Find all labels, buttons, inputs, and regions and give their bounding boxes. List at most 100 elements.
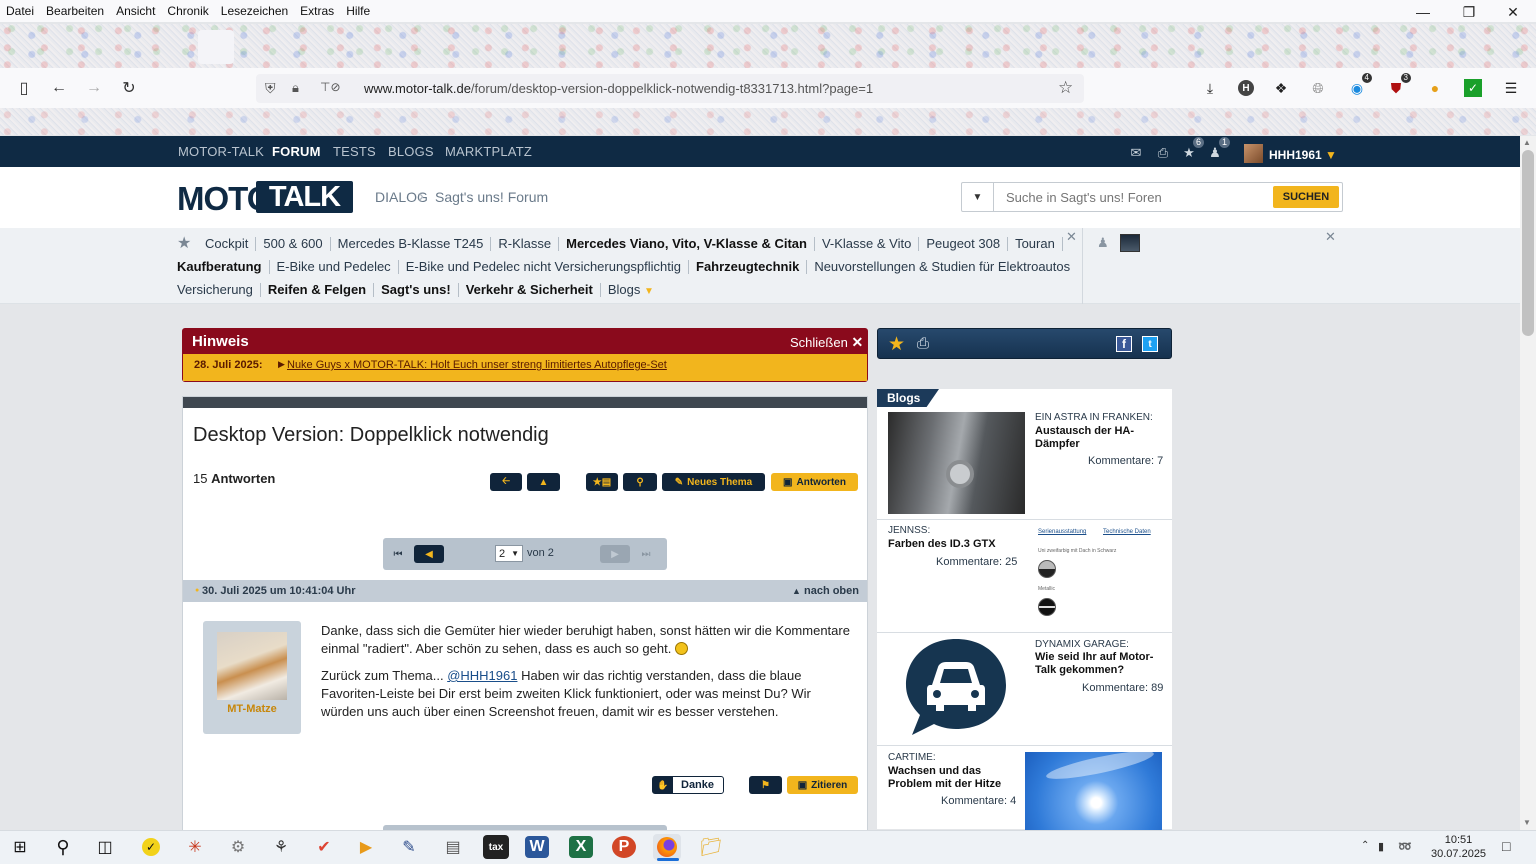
wifi-icon[interactable]: ➿ — [1398, 840, 1412, 853]
fav-cockpit[interactable]: Cockpit — [205, 236, 248, 251]
next-page-button[interactable]: ▶ — [600, 545, 630, 563]
battery-icon[interactable]: ▮ — [1378, 840, 1384, 853]
to-top-link[interactable]: ▲ nach oben — [792, 585, 859, 597]
favorites-star-icon[interactable]: ★ 6 — [1180, 137, 1204, 161]
topnav-motor-talk[interactable]: MOTOR-TALK — [178, 144, 264, 159]
ublock-icon[interactable]: ⛊ 3 — [1385, 73, 1411, 99]
topnav-forum[interactable]: FORUM — [272, 144, 321, 159]
extension-h-icon[interactable]: H — [1238, 80, 1254, 96]
permissions-icon[interactable]: ⊤⊘ — [320, 80, 341, 94]
search-input[interactable] — [1000, 184, 1268, 210]
minimize-button[interactable]: — — [1400, 0, 1446, 24]
menu-lesezeichen[interactable]: Lesezeichen — [215, 4, 294, 18]
search-thread-button[interactable]: ⚲ — [623, 473, 657, 491]
fav-fahrzeugtechnik[interactable]: Fahrzeugtechnik — [696, 259, 799, 274]
blog-4-thumbnail[interactable] — [1025, 752, 1162, 830]
blog-2-title[interactable]: Farben des ID.3 GTX — [888, 538, 996, 551]
sidebar-toggle-icon[interactable]: ▯ — [10, 74, 38, 102]
fav-kaufberatung[interactable]: Kaufberatung — [177, 259, 262, 274]
fav-mercedes-viano[interactable]: Mercedes Viano, Vito, V-Klasse & Citan — [566, 236, 807, 251]
mention-link[interactable]: @HHH1961 — [447, 668, 517, 683]
topnav-blogs[interactable]: BLOGS — [388, 144, 434, 159]
friends-icon[interactable]: ♟ 1 — [1206, 137, 1230, 161]
app-powerpoint-icon[interactable]: P — [612, 836, 636, 858]
fav-500-600[interactable]: 500 & 600 — [263, 236, 322, 251]
favorite-star-icon[interactable]: ★ — [888, 333, 905, 356]
friends-close-icon[interactable]: ✕ — [1325, 229, 1336, 245]
scrollbar-thumb[interactable] — [1522, 150, 1534, 336]
quote-button[interactable]: ▣ Zitieren — [787, 776, 858, 794]
favorite-thread-button[interactable]: ★▤ — [586, 473, 618, 491]
blog-4-title[interactable]: Wachsen und das Problem mit der Hitze — [888, 765, 1018, 791]
search-button[interactable]: SUCHEN — [1273, 186, 1339, 208]
fav-verkehr-sicherheit[interactable]: Verkehr & Sicherheit — [466, 282, 593, 297]
windows-start-icon[interactable]: ⊞ — [6, 834, 34, 860]
menu-chronik[interactable]: Chronik — [161, 4, 214, 18]
blog-2-thumbnail[interactable]: Serienausstattung Technische Daten Uni z… — [1035, 525, 1162, 629]
logo-talk[interactable]: TALK — [256, 181, 353, 213]
notice-close-button[interactable]: Schließen ✕ — [790, 334, 863, 351]
fav-versicherung[interactable]: Versicherung — [177, 282, 253, 297]
profile-icon[interactable]: ● — [1424, 77, 1446, 99]
app-files-icon[interactable]: ▤ — [439, 834, 467, 860]
extension-blue-icon[interactable]: ◉ 4 — [1346, 73, 1372, 99]
extensions-puzzle-icon[interactable]: ❖ — [1270, 77, 1292, 99]
up-arrow-button[interactable]: ▲ — [527, 473, 560, 491]
topnav-marktplatz[interactable]: MARKTPLATZ — [445, 144, 532, 159]
scroll-up-icon[interactable]: ▲ — [1523, 138, 1531, 147]
app-robot-icon[interactable]: ⚘ — [267, 834, 295, 860]
author-avatar[interactable] — [217, 632, 287, 700]
checkmark-extension-icon[interactable]: ✓ — [1464, 79, 1482, 97]
reload-button[interactable]: ↻ — [115, 74, 143, 102]
restore-button[interactable]: ❐ — [1446, 0, 1492, 24]
blog-1-title[interactable]: Austausch der HA-Dämpfer — [1035, 425, 1165, 451]
print-icon[interactable]: ⎙ — [917, 335, 929, 352]
fav-ebike-nicht-versicherungspflichtig[interactable]: E-Bike und Pedelec nicht Versicherungspf… — [406, 259, 681, 274]
mail-icon[interactable]: ✉ — [1127, 145, 1145, 161]
report-button[interactable]: ⚑ — [749, 776, 782, 794]
notification-icon[interactable]: □ — [1502, 838, 1510, 854]
user-avatar[interactable] — [1244, 144, 1263, 163]
bookmark-star-icon[interactable]: ☆ — [1058, 78, 1073, 98]
reply-button[interactable]: ▣ Antworten — [771, 473, 858, 491]
app-settings-icon[interactable]: ⚙ — [224, 834, 252, 860]
last-page-icon[interactable]: ⏭︎ — [631, 545, 661, 563]
facebook-icon[interactable]: f — [1116, 336, 1132, 352]
app-tool-icon[interactable]: ✳ — [181, 834, 209, 860]
app-tax-icon[interactable]: tax — [483, 835, 509, 859]
tray-chevron-up-icon[interactable]: ⌃ — [1361, 840, 1369, 851]
app-excel-icon[interactable]: X — [569, 836, 593, 858]
taskbar-clock[interactable]: 10:51 30.07.2025 — [1431, 833, 1486, 861]
app-checkmark-icon[interactable]: ✔ — [310, 834, 338, 860]
blog-3-thumbnail[interactable] — [904, 637, 1008, 737]
app-word-icon[interactable]: W — [525, 836, 549, 858]
url-text[interactable]: www.motor-talk.de/forum/desktop-version-… — [364, 81, 873, 96]
hamburger-menu-icon[interactable]: ☰ — [1500, 77, 1522, 99]
app-norton-icon[interactable]: ✓ — [137, 834, 165, 860]
back-button[interactable]: ← — [45, 74, 73, 102]
fav-sagts-uns[interactable]: Sagt's uns! — [381, 282, 451, 297]
twitter-icon[interactable]: t — [1142, 336, 1158, 352]
app-media-icon[interactable]: ▶ — [352, 834, 380, 860]
author-name[interactable]: MT-Matze — [203, 703, 301, 715]
breadcrumb-forum[interactable]: Sagt's uns! Forum — [435, 189, 548, 205]
app-editor-icon[interactable]: ✎ — [395, 834, 423, 860]
new-topic-button[interactable]: ✎ Neues Thema — [662, 473, 765, 491]
fav-r-klasse[interactable]: R-Klasse — [498, 236, 551, 251]
friend-avatar[interactable] — [1120, 234, 1140, 252]
fav-reifen-felgen[interactable]: Reifen & Felgen — [268, 282, 366, 297]
page-select[interactable]: 2 ▼ — [495, 545, 523, 562]
fav-mercedes-b-klasse[interactable]: Mercedes B-Klasse T245 — [338, 236, 484, 251]
thanks-button[interactable]: ✋ Danke — [652, 776, 724, 794]
fav-neuvorstellungen[interactable]: Neuvorstellungen & Studien für Elektroau… — [814, 259, 1070, 274]
blog-3-title[interactable]: Wie seid Ihr auf Motor-Talk gekommen? — [1035, 651, 1165, 677]
fav-blogs[interactable]: Blogs ▼ — [608, 282, 654, 297]
first-page-icon[interactable]: ⏮︎ — [383, 545, 413, 563]
shield-icon[interactable]: ⛨ — [265, 80, 276, 97]
scroll-down-icon[interactable]: ▼ — [1523, 818, 1531, 827]
favorites-close-icon[interactable]: ✕ — [1066, 229, 1077, 245]
lock-icon[interactable]: 🔒︎ — [292, 80, 299, 96]
app-firefox-icon[interactable] — [653, 834, 681, 860]
username-menu[interactable]: HHH1961 ▼ — [1269, 148, 1337, 162]
notice-link[interactable]: Nuke Guys x MOTOR-TALK: Holt Euch unser … — [287, 359, 667, 371]
